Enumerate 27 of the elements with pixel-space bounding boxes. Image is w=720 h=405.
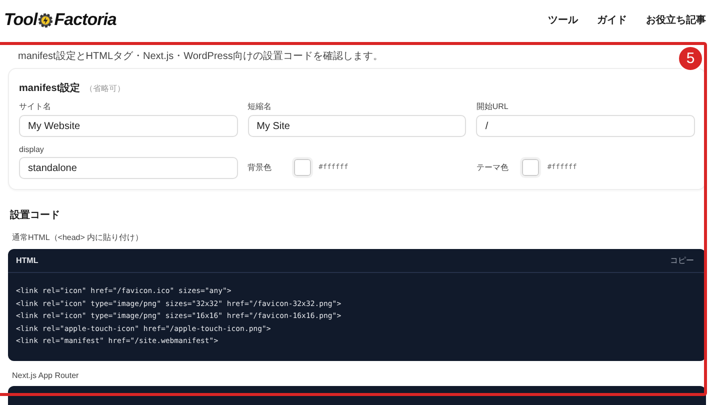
section-title: 設置コード [10, 208, 61, 222]
field-label: display [19, 145, 45, 154]
logo-text: Tool [4, 10, 38, 30]
code-language: HTML [16, 256, 38, 265]
code-label: Next.js App Router [12, 371, 80, 380]
text-field[interactable]: My Site [248, 115, 466, 137]
field-label: 開始URL [476, 101, 510, 112]
step-badge: 5 [677, 45, 704, 72]
description-text: manifest設定とHTMLタグ・Next.js・WordPress向けの設置コードを確認します。 [18, 51, 383, 62]
code-label: 通常HTML（<head> 内に貼り付け） [12, 232, 144, 243]
text-field[interactable]: My Website [19, 115, 238, 137]
field-label: 背景色 [248, 162, 273, 172]
text-field[interactable]: standalone [19, 157, 238, 179]
optional-note: （省略可） [85, 83, 126, 94]
color-swatch[interactable] [294, 158, 311, 176]
color-swatch[interactable] [522, 158, 540, 176]
nav-link[interactable]: お役立ち記事 [646, 13, 706, 27]
nav-link[interactable]: ツール [548, 13, 578, 27]
nav-link[interactable]: ガイド [597, 13, 627, 27]
field-label: テーマ色 [476, 162, 510, 172]
gear-icon [38, 12, 54, 28]
logo-text: Factoria [54, 10, 116, 30]
field-label: 短縮名 [248, 101, 273, 112]
text-field[interactable]: / [476, 115, 695, 137]
section-title: manifest設定 [19, 81, 80, 95]
copy-button[interactable]: コピー [670, 255, 694, 266]
field-label: サイト名 [19, 101, 52, 112]
